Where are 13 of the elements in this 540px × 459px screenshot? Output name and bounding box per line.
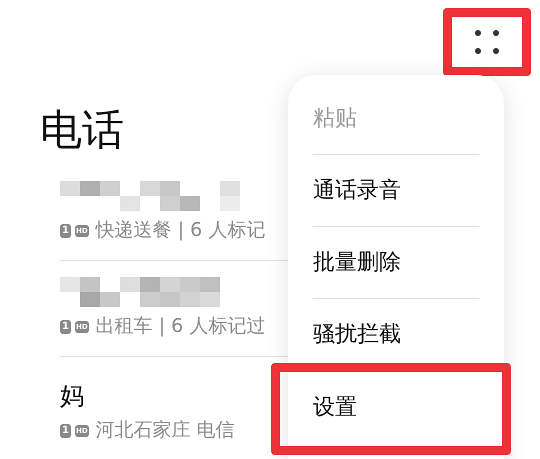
page-title: 电话: [40, 105, 124, 155]
sim-badge: 1: [60, 424, 71, 438]
sim-badge: 1: [60, 224, 71, 238]
menu-item[interactable]: 批量删除: [313, 227, 479, 299]
menu-item[interactable]: 通话录音: [313, 155, 479, 227]
contact-name: 妈: [60, 381, 85, 411]
sim-badge: 1: [60, 320, 71, 334]
call-detail: 出租车 | 6 人标记过: [96, 317, 266, 336]
more-icon: [475, 30, 499, 54]
menu-item[interactable]: 骚扰拦截: [313, 299, 479, 371]
call-detail: 快递送餐 | 6 人标记: [96, 221, 266, 240]
menu-item[interactable]: 设置: [313, 371, 479, 443]
call-detail: 河北石家庄 电信: [96, 421, 235, 440]
